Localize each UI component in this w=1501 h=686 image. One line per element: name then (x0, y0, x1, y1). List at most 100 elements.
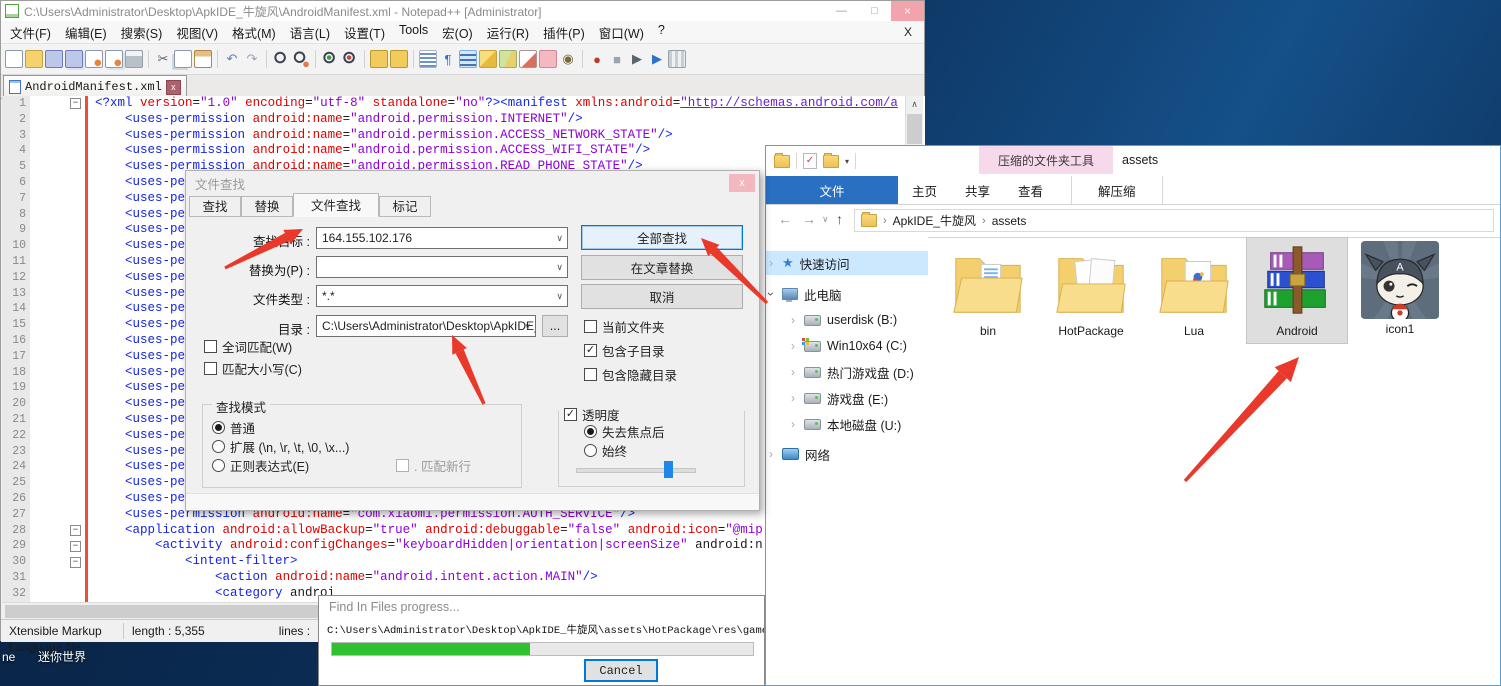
chevron-expanded-icon[interactable]: › (764, 289, 778, 299)
transparency-slider[interactable] (576, 468, 696, 473)
file-item-icon1[interactable]: A icon1 (1350, 238, 1450, 343)
macro-save-button[interactable] (668, 50, 686, 68)
vertical-scrollbar-thumb[interactable] (907, 114, 922, 144)
menu-item-3[interactable]: 视图(V) (169, 23, 225, 42)
replace-button[interactable] (292, 50, 310, 68)
file-item-android[interactable]: Android (1247, 238, 1347, 343)
cancel-button[interactable]: 取消 (581, 284, 743, 309)
indent-guide-button[interactable] (459, 50, 477, 68)
paste-button[interactable] (194, 50, 212, 68)
menu-item-2[interactable]: 搜索(S) (114, 23, 170, 42)
menu-item-10[interactable]: 插件(P) (536, 23, 592, 42)
tab-home[interactable]: 主页 (898, 176, 951, 204)
sidebar-item-network[interactable]: › 网络 (766, 442, 928, 466)
sidebar-item-drive-c[interactable]: › Win10x64 (C:) (766, 334, 950, 358)
current-folder-checkbox[interactable]: 当前文件夹 (584, 317, 665, 336)
copy-button[interactable] (174, 50, 192, 68)
sidebar-item-quick-access[interactable]: › ★ 快速访问 (766, 251, 928, 275)
macro-play-button[interactable]: ▶ (628, 50, 646, 68)
project-panel-button[interactable] (539, 50, 557, 68)
transparency-slider-thumb[interactable] (664, 461, 673, 478)
sync-horizontal-button[interactable] (390, 50, 408, 68)
chevron-icon[interactable]: › (766, 256, 776, 270)
menu-item-5[interactable]: 语言(L) (283, 23, 337, 42)
sidebar-item-drive-b[interactable]: › userdisk (B:) (766, 308, 950, 332)
menu-close-document-icon[interactable]: X (904, 25, 912, 39)
sidebar-item-drive-u[interactable]: › 本地磁盘 (U:) (766, 412, 950, 436)
match-case-checkbox[interactable]: 匹配大小写(C) (204, 359, 302, 378)
close-document-button[interactable] (85, 50, 103, 68)
menu-item-12[interactable]: ? (651, 23, 672, 42)
monitoring-button[interactable]: ◉ (559, 50, 577, 68)
tab-share[interactable]: 共享 (951, 176, 1004, 204)
menu-item-11[interactable]: 窗口(W) (592, 23, 651, 42)
print-button[interactable] (125, 50, 143, 68)
document-tab[interactable]: AndroidManifest.xml x (3, 75, 187, 98)
file-item-hotpackage[interactable]: HotPackage (1041, 238, 1141, 343)
find-target-input[interactable]: 164.155.102.176 (316, 227, 568, 249)
word-wrap-button[interactable] (419, 50, 437, 68)
find-button[interactable] (272, 50, 290, 68)
sidebar-item-this-pc[interactable]: › 此电脑 (766, 282, 928, 306)
menu-item-6[interactable]: 设置(T) (337, 23, 392, 42)
include-hidden-checkbox[interactable]: 包含隐藏目录 (584, 365, 677, 384)
macro-run-multiple-button[interactable]: ▶ (648, 50, 666, 68)
save-all-button[interactable] (65, 50, 83, 68)
zoom-out-button[interactable] (341, 50, 359, 68)
chevron-icon[interactable]: › (788, 391, 798, 405)
breadcrumb-item[interactable]: assets (992, 214, 1027, 228)
scroll-up-icon[interactable]: ∧ (906, 96, 923, 113)
show-all-characters-button[interactable]: ¶ (439, 50, 457, 68)
dialog-close-icon[interactable]: x (729, 174, 755, 192)
whole-word-checkbox[interactable]: 全词匹配(W) (204, 337, 292, 356)
file-item-lua[interactable]: Lua (1144, 238, 1244, 343)
file-types-input[interactable]: *.* (316, 285, 568, 307)
cut-button[interactable]: ✂ (154, 50, 172, 68)
tab-replace[interactable]: 替换 (241, 196, 293, 217)
document-switcher-button[interactable] (519, 50, 537, 68)
directory-input[interactable]: C:\Users\Administrator\Desktop\ApkIDE_牛旋… (316, 315, 536, 337)
chevron-icon[interactable]: › (788, 313, 798, 327)
chevron-icon[interactable]: › (766, 447, 776, 461)
new-file-button[interactable] (5, 50, 23, 68)
qat-properties-icon[interactable]: ✓ (803, 153, 817, 169)
maximize-button[interactable]: □ (858, 1, 891, 21)
replace-with-input[interactable] (316, 256, 568, 278)
mode-normal-radio[interactable]: 普通 (212, 418, 255, 437)
fold-collapse-icon[interactable]: − (70, 557, 81, 568)
menu-item-4[interactable]: 格式(M) (225, 23, 283, 42)
forward-icon[interactable]: → (802, 211, 816, 227)
back-icon[interactable]: ← (778, 211, 792, 227)
tab-close-icon[interactable]: x (166, 80, 181, 95)
chevron-icon[interactable]: › (788, 365, 798, 379)
qat-new-folder-icon[interactable] (823, 155, 839, 168)
tab-find-in-files[interactable]: 文件查找 (293, 193, 379, 217)
progress-cancel-button[interactable]: Cancel (584, 659, 658, 682)
recent-locations-icon[interactable]: ∨ (822, 214, 829, 225)
chevron-icon[interactable]: › (788, 339, 798, 353)
qat-dropdown-icon[interactable]: ▾ (845, 157, 849, 166)
tab-find[interactable]: 查找 (189, 196, 241, 217)
menu-item-8[interactable]: 宏(O) (435, 23, 480, 42)
tab-mark[interactable]: 标记 (379, 196, 431, 217)
macro-record-button[interactable]: ● (588, 50, 606, 68)
tab-view[interactable]: 查看 (1004, 176, 1057, 204)
sidebar-item-drive-d[interactable]: › 热门游戏盘 (D:) (766, 360, 950, 384)
chevron-icon[interactable]: › (788, 417, 798, 431)
sync-vertical-button[interactable] (370, 50, 388, 68)
menu-item-7[interactable]: Tools (392, 23, 435, 42)
fold-collapse-icon[interactable]: − (70, 525, 81, 536)
close-all-button[interactable] (105, 50, 123, 68)
qat-folder-icon[interactable] (774, 155, 790, 168)
macro-stop-button[interactable]: ■ (608, 50, 626, 68)
function-list-button[interactable] (479, 50, 497, 68)
file-item-bin[interactable]: bin (938, 238, 1038, 343)
breadcrumb[interactable]: › ApkIDE_牛旋风 › assets (854, 209, 1494, 232)
browse-directory-button[interactable]: ... (542, 315, 568, 337)
open-file-button[interactable] (25, 50, 43, 68)
fold-collapse-icon[interactable]: − (70, 541, 81, 552)
fold-collapse-icon[interactable]: − (70, 98, 81, 109)
minimize-button[interactable]: — (825, 1, 858, 21)
mode-regex-radio[interactable]: 正则表达式(E) (212, 456, 309, 475)
menu-item-1[interactable]: 编辑(E) (58, 23, 114, 42)
